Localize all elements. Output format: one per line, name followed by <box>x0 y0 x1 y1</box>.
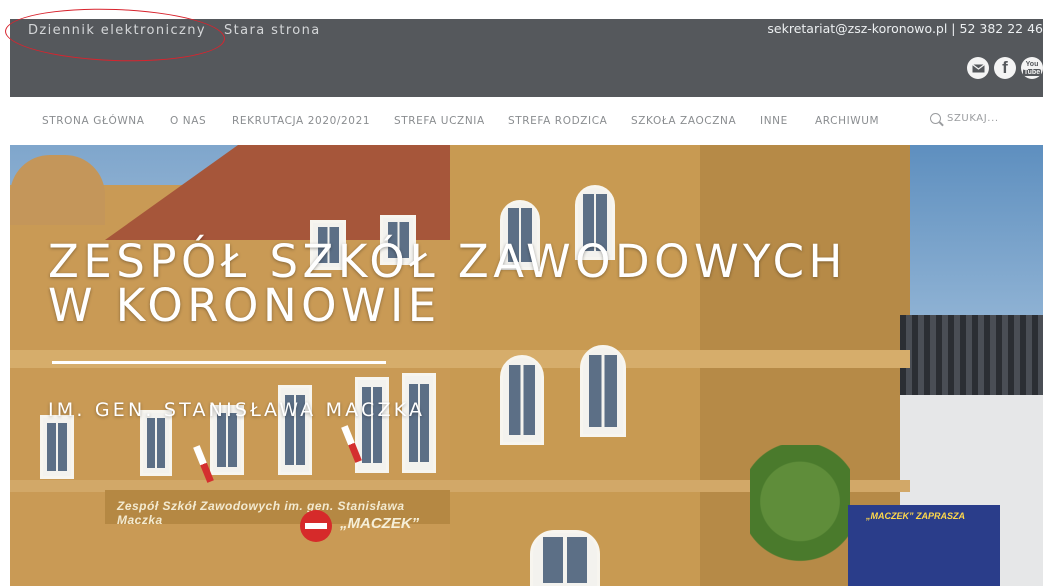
hero-divider <box>52 361 386 364</box>
nav-item-szkola-zaoczna[interactable]: SZKOŁA ZAOCZNA <box>631 115 736 127</box>
top-bar: Dziennik elektroniczny Stara strona sekr… <box>10 19 1043 97</box>
building-sign-maczek: „MACZEK” <box>340 515 420 532</box>
search-box[interactable]: SZUKAJ... <box>930 113 999 124</box>
mail-icon[interactable] <box>967 57 989 79</box>
link-separator <box>206 23 224 38</box>
hero-cornice <box>10 350 910 368</box>
youtube-glyph-bottom: Tube <box>1022 68 1042 76</box>
nav-item-o-nas[interactable]: O NAS <box>170 115 206 127</box>
link-dziennik-elektroniczny[interactable]: Dziennik elektroniczny <box>28 23 206 38</box>
hero-window <box>40 415 74 479</box>
nav-item-strona-glowna[interactable]: STRONA GŁÓWNA <box>42 115 145 127</box>
hero-window <box>402 373 436 473</box>
facebook-icon[interactable]: f <box>994 57 1016 79</box>
promo-banner: „MACZEK” ZAPRASZA <box>848 505 1000 586</box>
hero-gable <box>10 155 105 225</box>
nav-item-rekrutacja[interactable]: REKRUTACJA 2020/2021 <box>232 115 370 127</box>
youtube-glyph-top: You <box>1025 60 1039 68</box>
nav-item-strefa-ucznia[interactable]: STREFA UCZNIA <box>394 115 485 127</box>
contact-info[interactable]: sekretariat@zsz-koronowo.pl | 52 382 22 … <box>767 21 1043 36</box>
promo-banner-text: „MACZEK” ZAPRASZA <box>866 511 965 521</box>
hero-banner: Zespół Szkół Zawodowych im. gen. Stanisł… <box>10 145 1043 586</box>
social-icons: f You Tube <box>967 57 1043 79</box>
hero-window <box>530 530 600 586</box>
tree <box>750 445 850 586</box>
search-label[interactable]: SZUKAJ... <box>947 113 999 124</box>
hero-window <box>580 345 626 437</box>
nav-item-inne[interactable]: INNE <box>760 115 788 127</box>
search-icon[interactable] <box>930 113 941 124</box>
no-entry-sign <box>300 510 332 542</box>
top-links: Dziennik elektroniczny Stara strona <box>28 23 321 38</box>
hero-window <box>500 355 544 445</box>
nav-item-archiwum[interactable]: ARCHIWUM <box>815 115 879 127</box>
main-nav: STRONA GŁÓWNA O NAS REKRUTACJA 2020/2021… <box>10 97 1043 145</box>
hero-title-line2: W KORONOWIE <box>48 279 441 332</box>
hero-subtitle: IM. GEN. STANISŁAWA MACZKA <box>48 399 426 421</box>
nav-item-strefa-rodzica[interactable]: STREFA RODZICA <box>508 115 607 127</box>
youtube-icon[interactable]: You Tube <box>1021 57 1043 79</box>
link-stara-strona[interactable]: Stara strona <box>224 23 321 38</box>
facebook-glyph: f <box>1002 58 1008 77</box>
hero-title-line1: ZESPÓŁ SZKÓŁ ZAWODOWYCH <box>48 235 847 288</box>
hero-title: ZESPÓŁ SZKÓŁ ZAWODOWYCH W KORONOWIE <box>48 235 847 332</box>
hero-grey-stripes <box>900 315 1043 395</box>
